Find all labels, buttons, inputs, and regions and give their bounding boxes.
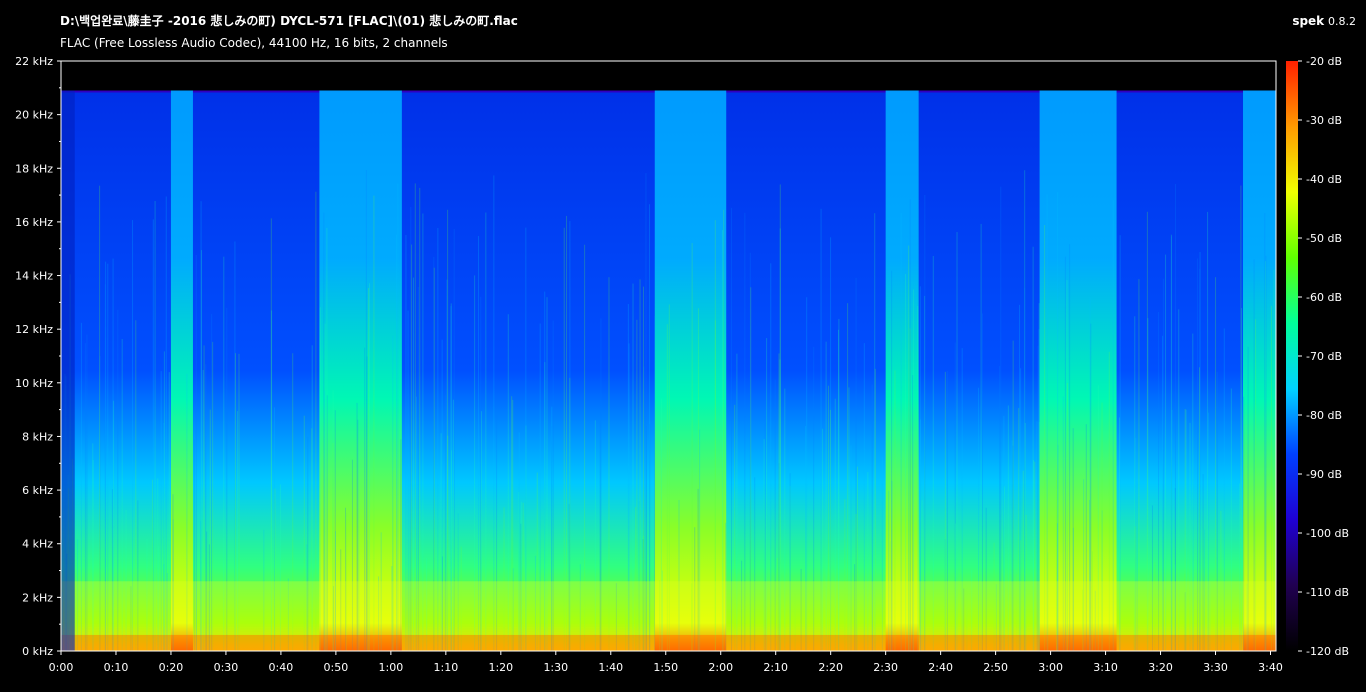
texture-stripe [365,170,367,652]
loud-segment [1039,90,1117,651]
x-tick-label: 1:50 [653,661,678,674]
y-tick-label: 8 kHz [22,430,53,443]
colorbar-tick-label: -30 dB [1306,114,1342,127]
x-tick-label: 3:30 [1203,661,1228,674]
x-tick-label: 0:50 [324,661,349,674]
texture-stripe [99,185,101,651]
colorbar-tick-label: -100 dB [1306,527,1349,540]
y-tick-label: 2 kHz [22,591,53,604]
loud-segment [319,90,402,651]
texture-stripe [1240,185,1242,651]
x-tick-label: 3:40 [1258,661,1283,674]
x-tick-label: 1:30 [543,661,568,674]
y-tick-label: 18 kHz [15,162,53,175]
texture-stripe [414,183,416,651]
x-tick-label: 0:10 [104,661,129,674]
y-tick-label: 16 kHz [15,216,53,229]
y-tick-label: 14 kHz [15,270,53,283]
x-tick-label: 3:00 [1038,661,1063,674]
x-tick-label: 1:20 [488,661,513,674]
x-tick-label: 1:10 [433,661,458,674]
y-tick-label: 10 kHz [15,377,53,390]
y-tick-label: 0 kHz [22,645,53,658]
x-tick-label: 2:40 [928,661,953,674]
bass-band [61,634,1276,651]
colorbar-tick-label: -90 dB [1306,468,1342,481]
x-tick-label: 0:40 [269,661,294,674]
texture-stripe [397,183,399,652]
low-band [61,581,1276,635]
colorbar-tick-label: -80 dB [1306,409,1342,422]
x-tick-label: 2:30 [873,661,898,674]
spectrogram-chart: 0 kHz 2 kHz 4 kHz 6 kHz 8 kHz 10 kHz 12 kHz 14 … [15,55,1349,674]
x-tick-label: 2:50 [983,661,1008,674]
texture-stripe [779,184,781,651]
x-tick-label: 3:10 [1093,661,1118,674]
y-tick-label: 22 kHz [15,55,53,68]
y-tick-label: 20 kHz [15,109,53,122]
x-tick-label: 0:30 [214,661,239,674]
x-tick-label: 0:20 [159,661,184,674]
y-tick-label: 6 kHz [22,484,53,497]
x-tick-label: 1:00 [379,661,404,674]
colorbar-tick-label: -20 dB [1306,55,1342,68]
colorbar-tick-label: -60 dB [1306,291,1342,304]
x-tick-label: 0:00 [49,661,74,674]
colorbar [1286,61,1298,651]
x-tick-label: 3:20 [1148,661,1173,674]
colorbar-tick-label: -70 dB [1306,350,1342,363]
x-tick-label: 2:20 [818,661,843,674]
y-tick-label: 4 kHz [22,538,53,551]
x-tick-label: 1:40 [598,661,623,674]
colorbar-tick-label: -120 dB [1306,645,1349,658]
intro-silence [61,90,75,651]
x-tick-label: 2:00 [708,661,733,674]
colorbar-tick-label: -50 dB [1306,232,1342,245]
y-tick-label: 12 kHz [15,323,53,336]
colorbar-tick-label: -110 dB [1306,586,1349,599]
colorbar-tick-label: -40 dB [1306,173,1342,186]
x-tick-label: 2:10 [763,661,788,674]
texture-stripe [493,175,495,651]
loud-segment [170,90,193,651]
